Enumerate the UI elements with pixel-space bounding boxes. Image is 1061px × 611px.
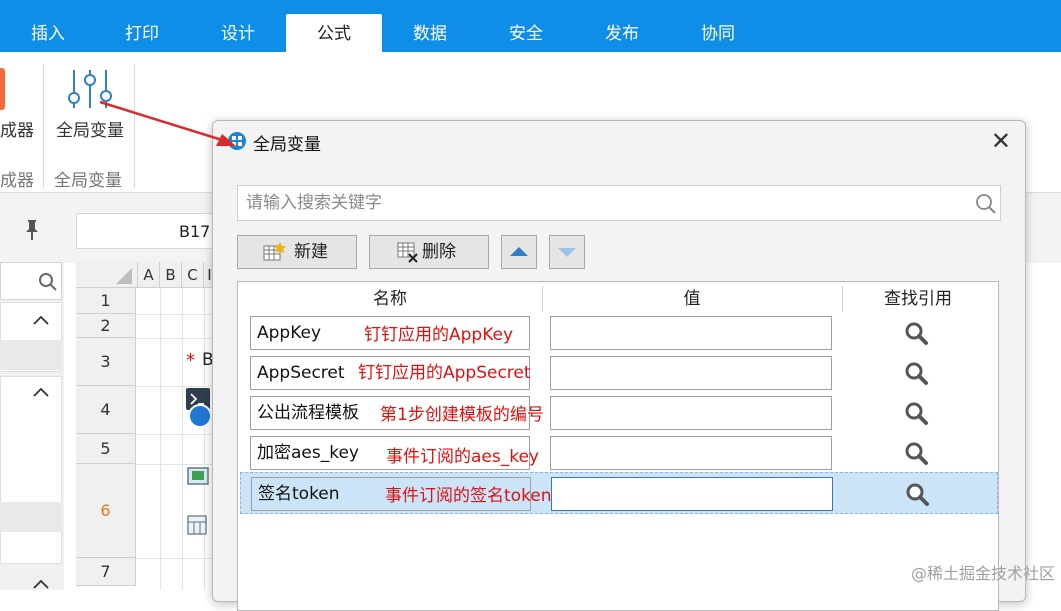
search-icon[interactable] xyxy=(975,193,997,215)
column-header[interactable]: B xyxy=(160,262,182,288)
row-header[interactable]: 7 xyxy=(76,558,136,586)
column-header-find-reference[interactable]: 查找引用 xyxy=(842,286,994,312)
grid-line xyxy=(204,288,205,590)
required-marker: * xyxy=(186,350,195,371)
row-header[interactable]: 5 xyxy=(76,434,136,464)
table-row[interactable]: 公出流程模板 第1步创建模板的编号 xyxy=(240,392,998,430)
ribbon-separator xyxy=(43,64,44,188)
new-button-label: 新建 xyxy=(294,242,328,262)
row-header[interactable]: 1 xyxy=(76,288,136,314)
grid-line xyxy=(136,314,216,315)
column-header[interactable]: C xyxy=(182,262,204,288)
chevron-up-icon[interactable] xyxy=(32,578,50,590)
find-reference-icon[interactable] xyxy=(904,481,930,507)
left-panel-selected-item[interactable] xyxy=(0,502,62,532)
watermark-text: @稀土掘金技术社区 xyxy=(910,564,1055,583)
variable-value-field[interactable] xyxy=(550,396,832,430)
global-variable-button-label[interactable]: 全局变量 xyxy=(56,116,124,141)
arrow-down-icon xyxy=(558,248,576,257)
close-icon[interactable]: ✕ xyxy=(991,127,1011,155)
annotation-text: 第1步创建模板的编号 xyxy=(380,405,544,425)
row-header[interactable]: 4 xyxy=(76,386,136,434)
move-down-button[interactable] xyxy=(549,235,585,269)
find-reference-icon[interactable] xyxy=(903,400,929,426)
annotation-text: 钉钉应用的AppKey xyxy=(364,325,514,345)
tab-insert[interactable]: 插入 xyxy=(0,14,96,52)
chevron-up-icon[interactable] xyxy=(32,386,50,398)
delete-button[interactable]: 删除 xyxy=(369,235,489,269)
delete-table-icon xyxy=(397,242,418,263)
left-panel-selected-item[interactable] xyxy=(0,340,62,370)
row-header[interactable]: 3 xyxy=(76,338,136,386)
toggle-icon[interactable] xyxy=(188,404,212,428)
app-logo-icon xyxy=(228,132,246,150)
column-header[interactable]: A xyxy=(138,262,160,288)
dialog-title: 全局变量 xyxy=(253,135,321,155)
variable-value-field[interactable] xyxy=(550,316,832,350)
new-button[interactable]: 新建 xyxy=(237,235,357,269)
global-variable-icon[interactable] xyxy=(64,66,120,112)
global-variable-dialog: 全局变量 ✕ 新建 删除 名称 值 查找引用 xyxy=(212,120,1026,611)
table-row-selected[interactable]: 签名token 事件订阅的签名token xyxy=(240,472,998,514)
delete-button-label: 删除 xyxy=(422,242,456,262)
search-input[interactable] xyxy=(237,185,1001,221)
column-header-name[interactable]: 名称 xyxy=(238,286,542,312)
select-all-corner[interactable] xyxy=(76,262,138,288)
grid-line xyxy=(136,338,216,339)
ribbon-tab-bar: 插入 打印 设计 公式 数据 安全 发布 协同 xyxy=(0,0,1061,52)
ribbon-separator xyxy=(134,64,135,188)
variable-value-field[interactable] xyxy=(550,436,832,470)
tab-data[interactable]: 数据 xyxy=(382,14,478,52)
grid-line xyxy=(136,464,216,465)
arrow-up-icon xyxy=(510,247,528,256)
tab-formula[interactable]: 公式 xyxy=(286,14,382,52)
annotation-text: 事件订阅的签名token xyxy=(385,486,552,506)
cell-reference-box[interactable]: B17 xyxy=(76,213,226,249)
monitor-icon[interactable] xyxy=(186,466,210,488)
column-header-value[interactable]: 值 xyxy=(542,286,842,312)
chevron-up-icon[interactable] xyxy=(32,314,50,326)
find-reference-icon[interactable] xyxy=(903,440,929,466)
generator-icon[interactable] xyxy=(0,68,5,110)
annotation-text: 钉钉应用的AppSecret xyxy=(358,363,531,383)
global-variable-group-label: 全局变量 xyxy=(54,171,122,191)
variable-table: 名称 值 查找引用 AppKey 钉钉应用的AppKey AppSecret 钉… xyxy=(237,281,999,611)
tab-design[interactable]: 设计 xyxy=(190,14,286,52)
move-up-button[interactable] xyxy=(501,235,537,269)
grid-line xyxy=(136,386,216,387)
variable-value-field[interactable] xyxy=(550,356,832,390)
tab-collab[interactable]: 协同 xyxy=(670,14,766,52)
table-row[interactable]: AppSecret 钉钉应用的AppSecret xyxy=(240,352,998,390)
generator-group-label: 成器 xyxy=(0,171,34,191)
row-header[interactable]: 2 xyxy=(76,314,136,338)
annotation-text: 事件订阅的aes_key xyxy=(386,447,539,467)
row-header[interactable]: 6 xyxy=(76,464,136,558)
tab-publish[interactable]: 发布 xyxy=(574,14,670,52)
tab-print[interactable]: 打印 xyxy=(94,14,190,52)
variable-value-field[interactable] xyxy=(551,477,833,511)
tab-security[interactable]: 安全 xyxy=(478,14,574,52)
table-row[interactable]: AppKey 钉钉应用的AppKey xyxy=(240,312,998,350)
table-row[interactable]: 加密aes_key 事件订阅的aes_key xyxy=(240,432,998,470)
search-icon[interactable] xyxy=(38,272,58,292)
grid-line xyxy=(136,558,216,559)
find-reference-icon[interactable] xyxy=(903,360,929,386)
left-panel-section xyxy=(0,376,62,564)
generator-button-label[interactable]: 成器 xyxy=(0,116,34,141)
grid-line xyxy=(136,434,216,435)
grid-line xyxy=(182,288,183,590)
find-reference-icon[interactable] xyxy=(903,320,929,346)
calendar-grid-icon[interactable] xyxy=(186,514,212,538)
new-table-icon xyxy=(263,242,286,261)
grid-line xyxy=(160,288,161,590)
pin-icon[interactable] xyxy=(24,218,40,242)
